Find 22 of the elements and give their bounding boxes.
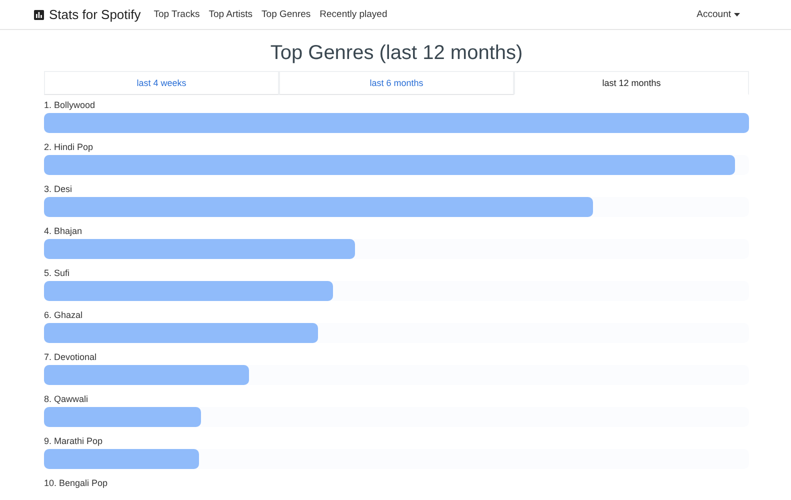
genre-label: 6. Ghazal xyxy=(44,310,84,322)
genre-label: 9. Marathi Pop xyxy=(44,436,104,448)
nav-link[interactable]: Top Tracks xyxy=(154,9,200,20)
caret-icon xyxy=(734,12,740,16)
genre-label: 5. Sufi xyxy=(44,268,71,280)
genre-label: 3. Desi xyxy=(44,184,74,196)
genre-label: 7. Devotional xyxy=(44,352,98,364)
period-tab[interactable]: last 4 weeks xyxy=(44,71,279,95)
nav-link[interactable]: Top Artists xyxy=(208,9,253,20)
period-tab[interactable]: last 12 months xyxy=(514,71,749,95)
bar-chart-icon xyxy=(34,10,44,20)
genre-label: 4. Bhajan xyxy=(44,226,84,238)
brand[interactable]: Stats for Spotify xyxy=(34,7,141,22)
page-title: Top Genres (last 12 months) xyxy=(269,42,524,65)
nav-link[interactable]: Top Genres xyxy=(262,9,311,20)
account-menu[interactable]: Account xyxy=(696,9,740,20)
genre-label: 2. Hindi Pop xyxy=(44,142,94,154)
genre-label: 10. Bengali Pop xyxy=(44,478,109,490)
genre-label: 8. Qawwali xyxy=(44,394,90,406)
period-tab[interactable]: last 6 months xyxy=(279,71,514,95)
genre-label: 1. Bollywood xyxy=(44,100,96,112)
nav-link[interactable]: Recently played xyxy=(320,9,388,20)
